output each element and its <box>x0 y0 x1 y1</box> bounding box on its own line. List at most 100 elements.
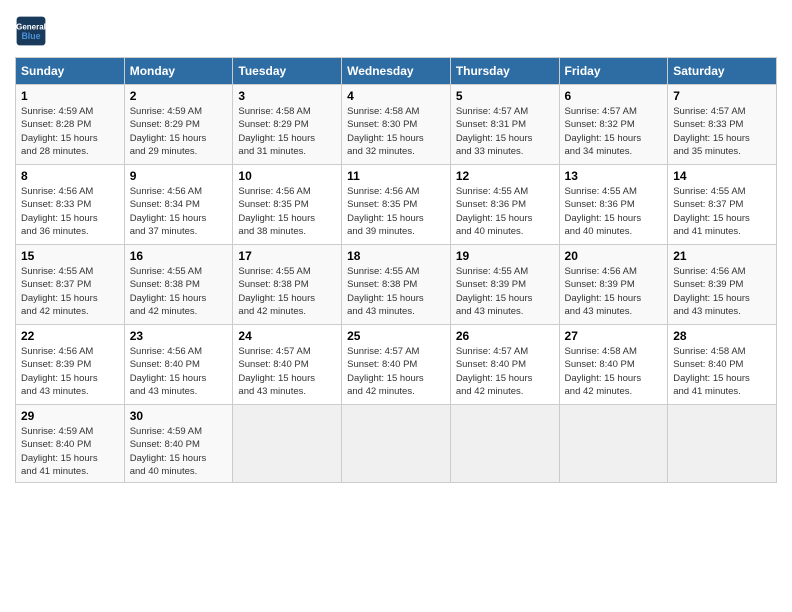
day-cell: 23 Sunrise: 4:56 AM Sunset: 8:40 PM Dayli… <box>124 325 233 405</box>
day-cell: 9Sunrise: 4:56 AM Sunset: 8:34 PM Daylig… <box>124 165 233 245</box>
col-header-wednesday: Wednesday <box>342 58 451 85</box>
day-cell: 1 Sunrise: 4:59 AM Sunset: 8:28 PM Daylig… <box>16 85 125 165</box>
day-cell: 14Sunrise: 4:55 AM Sunset: 8:37 PM Dayli… <box>668 165 777 245</box>
day-info: Sunrise: 4:55 AM Sunset: 8:38 PM Dayligh… <box>347 265 445 318</box>
col-header-thursday: Thursday <box>450 58 559 85</box>
day-number: 21 <box>673 249 771 263</box>
day-number: 29 <box>21 409 119 423</box>
week-row-0: 1 Sunrise: 4:59 AM Sunset: 8:28 PM Daylig… <box>16 85 777 165</box>
day-number: 28 <box>673 329 771 343</box>
day-cell: 12Sunrise: 4:55 AM Sunset: 8:36 PM Dayli… <box>450 165 559 245</box>
day-cell: 22 Sunrise: 4:56 AM Sunset: 8:39 PM Dayli… <box>16 325 125 405</box>
day-cell <box>450 405 559 483</box>
day-info: Sunrise: 4:59 AM Sunset: 8:40 PM Dayligh… <box>21 425 119 478</box>
day-cell: 18 Sunrise: 4:55 AM Sunset: 8:38 PM Dayli… <box>342 245 451 325</box>
day-info: Sunrise: 4:57 AM Sunset: 8:32 PM Dayligh… <box>565 105 663 158</box>
day-cell <box>559 405 668 483</box>
day-info: Sunrise: 4:55 AM Sunset: 8:38 PM Dayligh… <box>238 265 336 318</box>
day-number: 16 <box>130 249 228 263</box>
day-cell: 13 Sunrise: 4:55 AM Sunset: 8:36 PM Dayli… <box>559 165 668 245</box>
day-number: 24 <box>238 329 336 343</box>
day-info: Sunrise: 4:59 AM Sunset: 8:40 PM Dayligh… <box>130 425 228 478</box>
day-cell: 16 Sunrise: 4:55 AM Sunset: 8:38 PM Dayli… <box>124 245 233 325</box>
day-cell <box>668 405 777 483</box>
day-number: 1 <box>21 89 119 103</box>
day-info: Sunrise: 4:57 AM Sunset: 8:33 PM Dayligh… <box>673 105 771 158</box>
day-info: Sunrise: 4:55 AM Sunset: 8:39 PM Dayligh… <box>456 265 554 318</box>
day-cell: 5 Sunrise: 4:57 AM Sunset: 8:31 PM Daylig… <box>450 85 559 165</box>
day-info: Sunrise: 4:55 AM Sunset: 8:37 PM Dayligh… <box>21 265 119 318</box>
col-header-friday: Friday <box>559 58 668 85</box>
logo-icon: General Blue <box>15 15 47 47</box>
day-number: 27 <box>565 329 663 343</box>
day-info: Sunrise: 4:58 AM Sunset: 8:40 PM Dayligh… <box>673 345 771 398</box>
day-number: 12 <box>456 169 554 183</box>
day-number: 6 <box>565 89 663 103</box>
day-info: Sunrise: 4:56 AM Sunset: 8:39 PM Dayligh… <box>673 265 771 318</box>
week-row-1: 8 Sunrise: 4:56 AM Sunset: 8:33 PM Daylig… <box>16 165 777 245</box>
day-cell: 15 Sunrise: 4:55 AM Sunset: 8:37 PM Dayli… <box>16 245 125 325</box>
day-cell: 11 Sunrise: 4:56 AM Sunset: 8:35 PM Dayli… <box>342 165 451 245</box>
day-info: Sunrise: 4:55 AM Sunset: 8:38 PM Dayligh… <box>130 265 228 318</box>
day-cell: 27Sunrise: 4:58 AM Sunset: 8:40 PM Dayli… <box>559 325 668 405</box>
col-header-monday: Monday <box>124 58 233 85</box>
day-number: 30 <box>130 409 228 423</box>
day-number: 23 <box>130 329 228 343</box>
day-number: 11 <box>347 169 445 183</box>
calendar-table: SundayMondayTuesdayWednesdayThursdayFrid… <box>15 57 777 483</box>
day-info: Sunrise: 4:56 AM Sunset: 8:35 PM Dayligh… <box>238 185 336 238</box>
day-cell <box>233 405 342 483</box>
day-number: 8 <box>21 169 119 183</box>
day-info: Sunrise: 4:55 AM Sunset: 8:36 PM Dayligh… <box>565 185 663 238</box>
day-info: Sunrise: 4:57 AM Sunset: 8:40 PM Dayligh… <box>456 345 554 398</box>
day-number: 17 <box>238 249 336 263</box>
day-cell: 24 Sunrise: 4:57 AM Sunset: 8:40 PM Dayli… <box>233 325 342 405</box>
day-number: 19 <box>456 249 554 263</box>
day-cell: 17 Sunrise: 4:55 AM Sunset: 8:38 PM Dayli… <box>233 245 342 325</box>
day-cell: 3 Sunrise: 4:58 AM Sunset: 8:29 PM Daylig… <box>233 85 342 165</box>
week-row-3: 22 Sunrise: 4:56 AM Sunset: 8:39 PM Dayli… <box>16 325 777 405</box>
day-cell <box>342 405 451 483</box>
day-cell: 30 Sunrise: 4:59 AM Sunset: 8:40 PM Dayli… <box>124 405 233 483</box>
day-number: 2 <box>130 89 228 103</box>
day-info: Sunrise: 4:56 AM Sunset: 8:33 PM Dayligh… <box>21 185 119 238</box>
logo: General Blue <box>15 15 51 47</box>
day-info: Sunrise: 4:56 AM Sunset: 8:40 PM Dayligh… <box>130 345 228 398</box>
day-cell: 20 Sunrise: 4:56 AM Sunset: 8:39 PM Dayli… <box>559 245 668 325</box>
day-cell: 2 Sunrise: 4:59 AM Sunset: 8:29 PM Daylig… <box>124 85 233 165</box>
day-cell: 6 Sunrise: 4:57 AM Sunset: 8:32 PM Daylig… <box>559 85 668 165</box>
day-number: 22 <box>21 329 119 343</box>
day-info: Sunrise: 4:57 AM Sunset: 8:31 PM Dayligh… <box>456 105 554 158</box>
day-cell: 4Sunrise: 4:58 AM Sunset: 8:30 PM Daylig… <box>342 85 451 165</box>
day-number: 15 <box>21 249 119 263</box>
day-cell: 8 Sunrise: 4:56 AM Sunset: 8:33 PM Daylig… <box>16 165 125 245</box>
day-info: Sunrise: 4:57 AM Sunset: 8:40 PM Dayligh… <box>347 345 445 398</box>
svg-text:Blue: Blue <box>21 31 40 41</box>
day-number: 5 <box>456 89 554 103</box>
day-info: Sunrise: 4:59 AM Sunset: 8:28 PM Dayligh… <box>21 105 119 158</box>
day-number: 13 <box>565 169 663 183</box>
day-number: 10 <box>238 169 336 183</box>
day-info: Sunrise: 4:56 AM Sunset: 8:39 PM Dayligh… <box>565 265 663 318</box>
day-number: 7 <box>673 89 771 103</box>
day-cell: 21 Sunrise: 4:56 AM Sunset: 8:39 PM Dayli… <box>668 245 777 325</box>
week-row-4: 29 Sunrise: 4:59 AM Sunset: 8:40 PM Dayli… <box>16 405 777 483</box>
day-number: 20 <box>565 249 663 263</box>
day-info: Sunrise: 4:57 AM Sunset: 8:40 PM Dayligh… <box>238 345 336 398</box>
header: General Blue <box>15 15 777 47</box>
day-info: Sunrise: 4:56 AM Sunset: 8:39 PM Dayligh… <box>21 345 119 398</box>
day-number: 3 <box>238 89 336 103</box>
col-header-saturday: Saturday <box>668 58 777 85</box>
day-number: 18 <box>347 249 445 263</box>
day-info: Sunrise: 4:59 AM Sunset: 8:29 PM Dayligh… <box>130 105 228 158</box>
day-cell: 19 Sunrise: 4:55 AM Sunset: 8:39 PM Dayli… <box>450 245 559 325</box>
day-cell: 26 Sunrise: 4:57 AM Sunset: 8:40 PM Dayli… <box>450 325 559 405</box>
day-info: Sunrise: 4:56 AM Sunset: 8:34 PM Dayligh… <box>130 185 228 238</box>
day-number: 25 <box>347 329 445 343</box>
day-info: Sunrise: 4:58 AM Sunset: 8:30 PM Dayligh… <box>347 105 445 158</box>
week-row-2: 15 Sunrise: 4:55 AM Sunset: 8:37 PM Dayli… <box>16 245 777 325</box>
day-info: Sunrise: 4:58 AM Sunset: 8:29 PM Dayligh… <box>238 105 336 158</box>
day-cell: 10 Sunrise: 4:56 AM Sunset: 8:35 PM Dayli… <box>233 165 342 245</box>
day-number: 26 <box>456 329 554 343</box>
day-info: Sunrise: 4:56 AM Sunset: 8:35 PM Dayligh… <box>347 185 445 238</box>
